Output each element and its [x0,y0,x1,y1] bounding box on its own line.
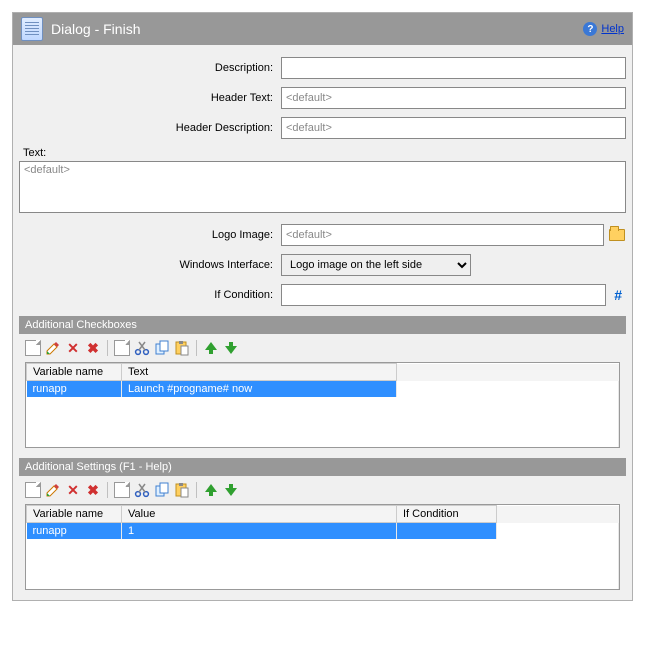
move-down-button[interactable] [223,482,239,498]
if-condition-input[interactable] [281,284,606,306]
logo-label: Logo Image: [19,229,277,241]
copy-button[interactable] [154,340,170,356]
dialog-body: Description: Header Text: Header Descrip… [13,45,632,600]
dialog-panel: Dialog - Finish ? Help Description: Head… [12,12,633,601]
folder-icon [609,229,625,241]
edit-item-button[interactable] [45,340,61,356]
toolbar-separator [107,482,108,498]
settings-toolbar: ✕ ✖ [19,476,626,502]
dialog-title: Dialog - Finish [51,21,583,37]
variable-picker-button[interactable]: # [610,287,626,303]
toolbar-separator [196,340,197,356]
win-interface-select[interactable]: Logo image on the left side [281,254,471,276]
settings-grid[interactable]: Variable name Value If Condition runapp … [25,504,620,590]
description-label: Description: [19,62,277,74]
col-variable-name[interactable]: Variable name [27,364,122,381]
dialog-titlebar: Dialog - Finish ? Help [13,13,632,45]
paste-button[interactable] [174,482,190,498]
header-text-input[interactable] [281,87,626,109]
header-text-label: Header Text: [19,92,277,104]
logo-input[interactable] [281,224,604,246]
help-link[interactable]: Help [601,23,624,35]
toolbar-separator [107,340,108,356]
paste-button[interactable] [174,340,190,356]
new-item-button-2[interactable] [114,340,130,356]
table-row[interactable]: runapp Launch #progname# now [27,381,619,398]
new-item-button[interactable] [25,340,41,356]
copy-button[interactable] [154,482,170,498]
description-input[interactable] [281,57,626,79]
table-row[interactable]: runapp 1 [27,523,619,540]
new-item-button-2[interactable] [114,482,130,498]
settings-section-title: Additional Settings (F1 - Help) [19,458,626,476]
delete-all-button[interactable]: ✖ [85,482,101,498]
checkboxes-toolbar: ✕ ✖ [19,334,626,360]
move-up-button[interactable] [203,482,219,498]
checkboxes-section-title: Additional Checkboxes [19,316,626,334]
win-interface-label: Windows Interface: [19,259,277,271]
col-text[interactable]: Text [122,364,397,381]
delete-all-button[interactable]: ✖ [85,340,101,356]
delete-item-button[interactable]: ✕ [65,340,81,356]
col-if-condition[interactable]: If Condition [397,506,497,523]
text-label: Text: [23,147,626,159]
header-desc-input[interactable] [281,117,626,139]
col-variable-name[interactable]: Variable name [27,506,122,523]
table-header-row: Variable name Text [27,364,619,381]
cut-button[interactable] [134,340,150,356]
document-icon [21,17,43,41]
cut-button[interactable] [134,482,150,498]
delete-item-button[interactable]: ✕ [65,482,81,498]
header-desc-label: Header Description: [19,122,277,134]
col-value[interactable]: Value [122,506,397,523]
edit-item-button[interactable] [45,482,61,498]
text-input[interactable] [19,161,626,213]
toolbar-separator [196,482,197,498]
help-icon: ? [583,22,597,36]
table-header-row: Variable name Value If Condition [27,506,619,523]
move-down-button[interactable] [223,340,239,356]
move-up-button[interactable] [203,340,219,356]
checkboxes-grid[interactable]: Variable name Text runapp Launch #progna… [25,362,620,448]
new-item-button[interactable] [25,482,41,498]
browse-logo-button[interactable] [608,226,626,244]
help-group: ? Help [583,22,624,36]
if-condition-label: If Condition: [19,289,277,301]
